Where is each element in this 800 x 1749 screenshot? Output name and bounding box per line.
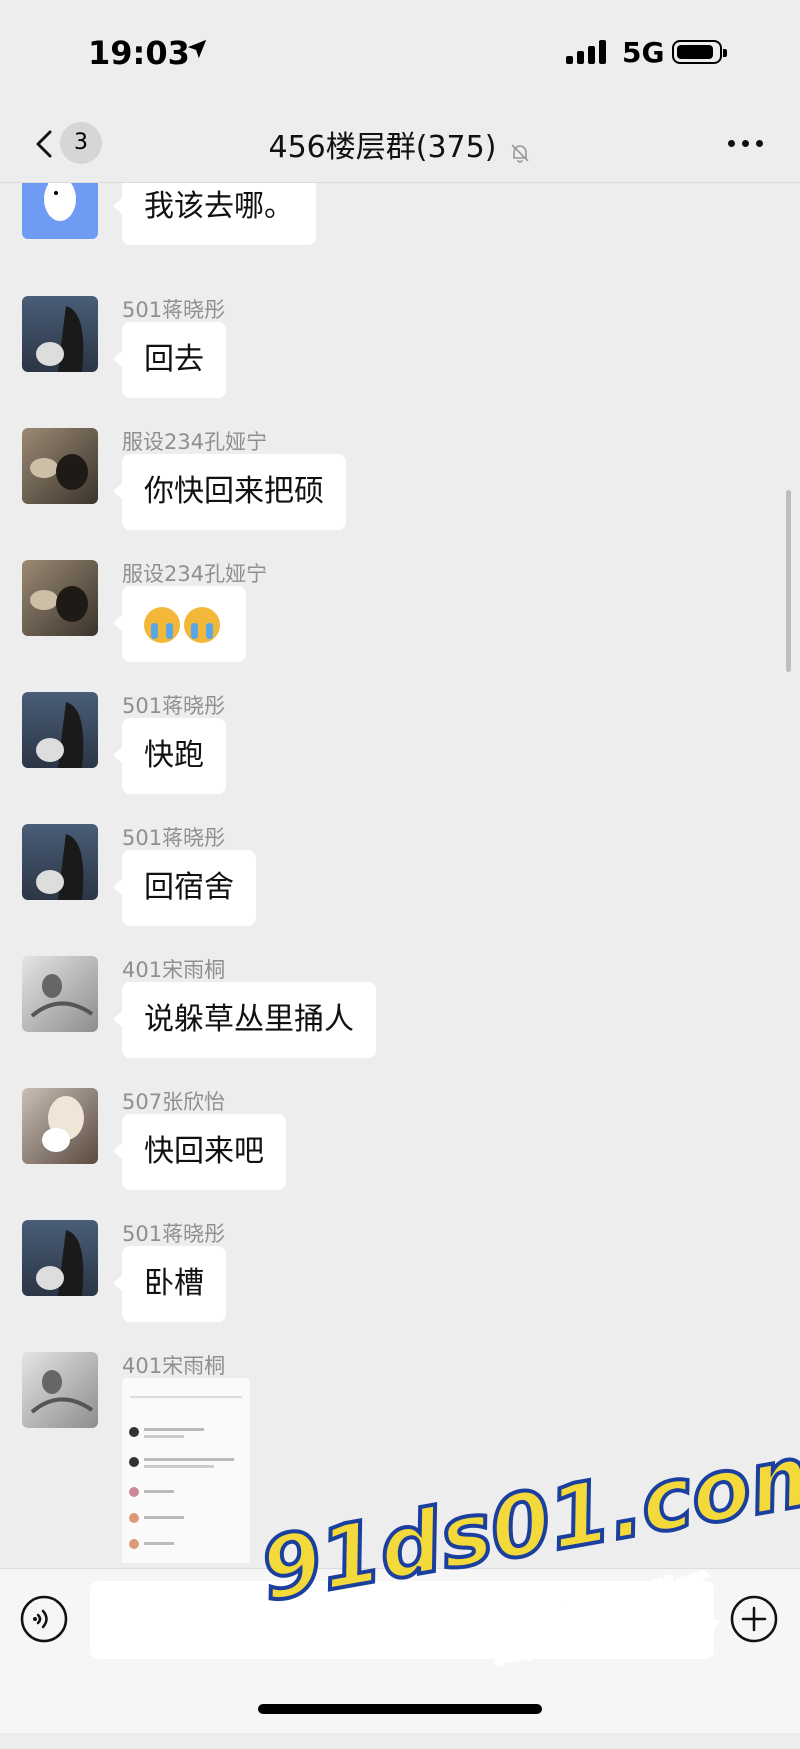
message-bubble[interactable]: 我该去哪。: [113, 183, 316, 245]
avatar[interactable]: [22, 1220, 98, 1296]
sender-name: 501蒋晓彤: [122, 1222, 226, 1246]
battery-icon: [672, 40, 727, 64]
chat-header: 3 456楼层群(375): [0, 106, 800, 183]
message-list: 我该去哪。 501蒋晓彤 回去 服设234孔娅宁 你快回来把硕 服设234孔娅宁…: [0, 183, 800, 1563]
message-bubble[interactable]: 回宿舍: [113, 850, 256, 926]
voice-input-icon[interactable]: [20, 1595, 68, 1643]
avatar[interactable]: [22, 692, 98, 768]
avatar[interactable]: [22, 956, 98, 1032]
sender-name: 501蒋晓彤: [122, 298, 226, 322]
sender-name: 401宋雨桐: [122, 958, 226, 982]
message-bubble[interactable]: 你快回来把硕: [113, 454, 346, 530]
cellular-signal-icon: [566, 40, 606, 64]
image-message-thumbnail[interactable]: [122, 1378, 250, 1563]
crying-face-icon: [144, 606, 180, 643]
mute-bell-icon: [510, 143, 529, 163]
message-bubble[interactable]: 回去: [113, 322, 226, 398]
message-bubble[interactable]: 快回来吧: [113, 1114, 286, 1190]
status-bar: 19:03 5G: [0, 0, 800, 106]
chat-title-wrap: 456楼层群(375): [0, 122, 800, 166]
avatar[interactable]: [22, 560, 98, 636]
message-bubble[interactable]: 说躲草丛里捅人: [113, 982, 376, 1058]
location-arrow-icon: [187, 39, 207, 59]
more-options-icon[interactable]: [728, 140, 763, 147]
sender-name: 401宋雨桐: [122, 1354, 226, 1378]
sender-name: 501蒋晓彤: [122, 694, 226, 718]
sender-name: 服设234孔娅宁: [122, 430, 268, 454]
avatar[interactable]: [22, 428, 98, 504]
network-type: 5G: [622, 36, 665, 69]
sender-name: 501蒋晓彤: [122, 826, 226, 850]
sender-name: 服设234孔娅宁: [122, 562, 268, 586]
avatar[interactable]: [22, 1352, 98, 1428]
avatar[interactable]: [22, 183, 98, 239]
avatar[interactable]: [22, 296, 98, 372]
chat-title: 456楼层群(375): [268, 130, 497, 165]
clock: 19:03: [88, 34, 190, 72]
avatar[interactable]: [22, 1088, 98, 1164]
message-bubble[interactable]: 卧槽: [113, 1246, 226, 1322]
emoji-bubble[interactable]: [113, 586, 246, 662]
message-bubble[interactable]: 快跑: [113, 718, 226, 794]
sender-name: 507张欣怡: [122, 1090, 226, 1114]
crying-face-icon: [184, 606, 220, 643]
avatar[interactable]: [22, 824, 98, 900]
scrollbar[interactable]: [786, 490, 791, 672]
